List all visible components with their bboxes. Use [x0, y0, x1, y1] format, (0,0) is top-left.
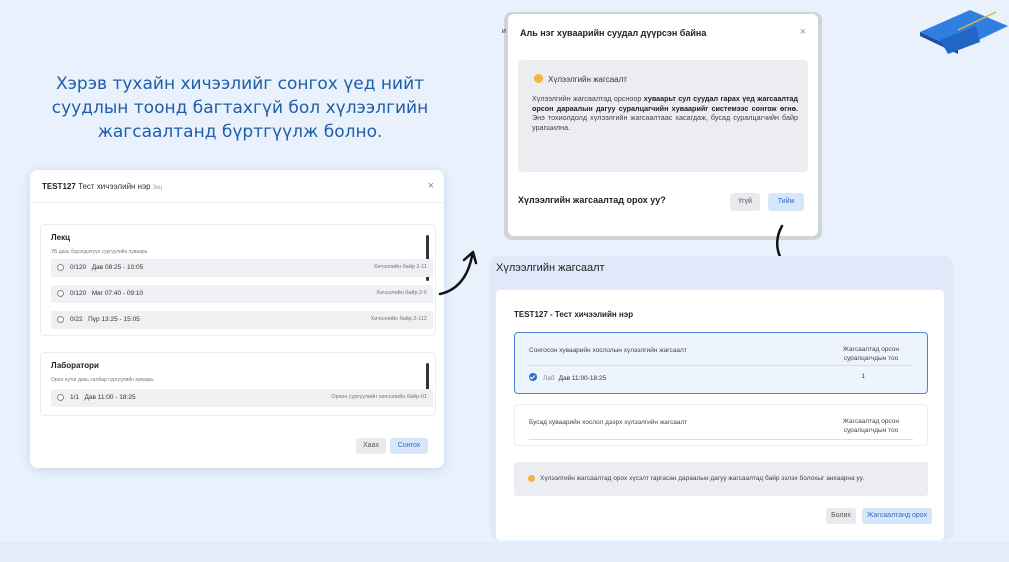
info-title: Хүлээлгийн жагсаалт [534, 74, 627, 84]
section-title: Лекц [51, 233, 70, 242]
room: Хичээлийн байр 2-11 [373, 264, 427, 270]
section-title: Лаборатори [51, 361, 99, 370]
room: Орхон сургуулийн хичээлийн байр-01 [331, 394, 427, 400]
course-code: TEST127 [42, 182, 76, 191]
check-icon [529, 373, 537, 381]
count-header: Жагсаалтад орсон суралцагчдын тоо [843, 417, 899, 435]
divider [529, 365, 913, 366]
count-header-line: суралцагчдын тоо [843, 355, 899, 362]
close-icon[interactable]: × [800, 26, 806, 38]
course-title: TEST127 - Тест хичээлийн нэр [514, 310, 634, 319]
count-header: Жагсаалтад орсон суралцагчдын тоо [843, 345, 899, 363]
room: Хичээлийн байр 2-112 [370, 316, 427, 322]
room: Хичээлийн байр 2-6 [376, 290, 427, 296]
notice-box: Хүлээлгийн жагсаалтад орох хүсэлт гаргас… [514, 462, 928, 496]
close-icon[interactable]: × [428, 180, 434, 192]
other-waitlist-card: Бусад хуваарийн хослол дээрх хүлээлгийн … [514, 404, 928, 446]
time: Дав 11:00 - 18:25 [84, 394, 136, 401]
question-text: Хүлээлгийн жагсаалтад орох уу? [518, 195, 666, 205]
seat-count: 0/22 [70, 316, 83, 323]
divider [30, 202, 444, 203]
seat-count: 0/120 [70, 290, 87, 297]
waitlist-row: Лаб Дав 11:00-18:25 [529, 373, 606, 382]
background-band [0, 542, 1009, 562]
no-button[interactable]: Үгүй [730, 193, 760, 211]
dialog-title: Аль нэг хуваарийн суудал дүүрсэн байна [520, 28, 707, 38]
seat-count: 0/120 [70, 264, 87, 271]
lab-section: Лаборатори Орон нутаг дахь салбар сургуу… [40, 352, 436, 416]
row-time: Дав 11:00-18:25 [558, 375, 607, 382]
warning-icon [534, 74, 543, 83]
row-type: Лаб [543, 375, 555, 382]
schedule-row[interactable]: 0/120 Мяг 07:40 - 09:10 Хичээлийн байр 2… [51, 285, 433, 303]
info-body-text: Хүлээлгийн жагсаалтад орсноор [532, 94, 644, 103]
radio-button[interactable] [57, 316, 64, 323]
course-name: Тест хичээлийн нэр [78, 182, 151, 191]
schedule-row[interactable]: 0/120 Дав 08:25 - 10:05 Хичээлийн байр 2… [51, 259, 433, 277]
count-header-line: Жагсаалтад орсон [842, 346, 899, 353]
card-header: Бусад хуваарийн хослол дээрх хүлээлгийн … [529, 419, 688, 426]
row-info: 0/22 Пүр 13:25 - 15:05 [70, 316, 140, 323]
schedule-row[interactable]: 1/1 Дав 11:00 - 18:25 Орхон сургуулийн х… [51, 389, 433, 407]
dialog-title: TEST127 Тест хичээлийн нэр 3кц [42, 182, 162, 191]
arrow-icon [438, 250, 478, 296]
row-info: 0/120 Дав 08:25 - 10:05 [70, 264, 143, 271]
row-count: 1 [861, 373, 865, 380]
info-title-text: Хүлээлгийн жагсаалт [548, 75, 627, 84]
info-box: Хүлээлгийн жагсаалт Хүлээлгийн жагсаалта… [518, 60, 808, 172]
row-info: 0/120 Мяг 07:40 - 09:10 [70, 290, 143, 297]
divider [529, 439, 913, 440]
cancel-button[interactable]: Болих [826, 508, 856, 524]
caption-text: Хэрэв тухайн хичээлийг сонгох үед нийт с… [51, 74, 429, 142]
notice-text: Хүлээлгийн жагсаалтад орох хүсэлт гаргас… [540, 475, 865, 482]
row-info: 1/1 Дав 11:00 - 18:25 [70, 394, 136, 401]
select-button[interactable]: Сонгох [390, 438, 428, 454]
schedule-row[interactable]: 0/22 Пүр 13:25 - 15:05 Хичээлийн байр 2-… [51, 311, 433, 329]
lecture-section: Лекц УБ дахь бүрэлдэхүүн сургуулийн хува… [40, 224, 436, 336]
time: Мяг 07:40 - 09:10 [91, 290, 144, 297]
selected-waitlist-card[interactable]: Сонгосон хуваарийн хослолын хүлээлгийн ж… [514, 332, 928, 394]
join-waitlist-button[interactable]: Жагсаалтанд орох [862, 508, 932, 524]
time: Дав 08:25 - 10:05 [91, 264, 144, 271]
section-subtitle: Орон нутаг дахь салбар сургуулийн хуваар… [51, 377, 154, 383]
credit-tag: 3кц [152, 185, 163, 191]
radio-button[interactable] [57, 394, 64, 401]
background-text: и [502, 28, 506, 35]
graduation-cap-icon [920, 10, 1008, 54]
info-body: Хүлээлгийн жагсаалтад орсноор хуваарьт с… [532, 94, 798, 132]
panel-title: Хүлээлгийн жагсаалт [496, 262, 605, 274]
waitlist-dialog: TEST127 - Тест хичээлийн нэр Сонгосон ху… [496, 290, 944, 540]
count-header-line: суралцагчдын тоо [843, 427, 899, 434]
course-select-dialog: TEST127 Тест хичээлийн нэр 3кц × Лекц УБ… [30, 170, 444, 468]
warning-icon [528, 475, 535, 482]
close-button[interactable]: Хаах [356, 438, 386, 454]
info-body-text-2: Энэ тохиолдолд хүлээлгийн жагсаалтаас ха… [532, 113, 798, 132]
section-subtitle: УБ дахь бүрэлдэхүүн сургуулийн хуваарь [51, 249, 148, 255]
count-header-line: Жагсаалтад орсон [842, 418, 899, 425]
card-header: Сонгосон хуваарийн хослолын хүлээлгийн ж… [529, 347, 687, 354]
seats-full-dialog: Аль нэг хуваарийн суудал дүүрсэн байна ×… [508, 14, 818, 236]
radio-button[interactable] [57, 290, 64, 297]
waitlist-panel: Хүлээлгийн жагсаалт TEST127 - Тест хичээ… [490, 256, 954, 540]
seat-count: 1/1 [70, 394, 80, 401]
time: Пүр 13:25 - 15:05 [88, 316, 140, 323]
yes-button[interactable]: Тийм [768, 193, 804, 211]
radio-button[interactable] [57, 264, 64, 271]
